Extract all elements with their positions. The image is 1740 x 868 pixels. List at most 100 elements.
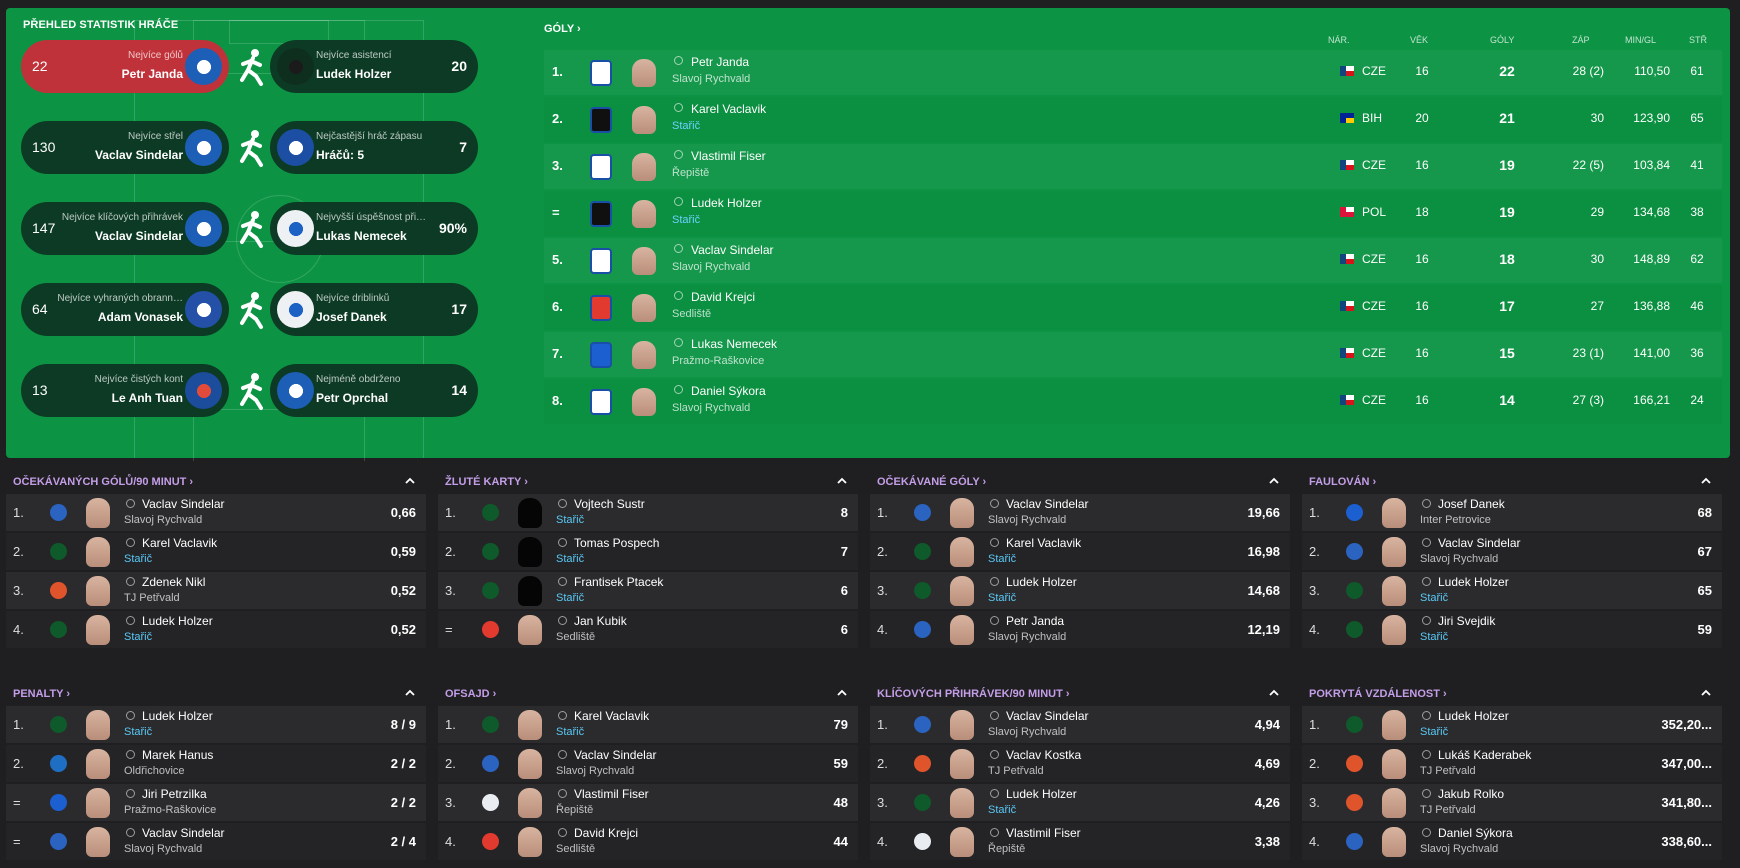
card-row[interactable]: 2. Karel Vaclavik Stařič 16,98 xyxy=(870,533,1290,570)
goals-row[interactable]: = Ludek Holzer Stařič POL 18 19 29 134,6… xyxy=(544,191,1722,236)
card-row[interactable]: = Jiri Petrzilka Pražmo-Raškovice 2 / 2 xyxy=(6,784,426,821)
leader-name[interactable]: Ludek Holzer xyxy=(316,67,391,81)
card-row[interactable]: 1. Vaclav Sindelar Slavoj Rychvald 4,94 xyxy=(870,706,1290,743)
goals-row[interactable]: 6. David Krejci Sedliště CZE 16 17 27 13… xyxy=(544,285,1722,330)
goals-row[interactable]: 2. Karel Vaclavik Stařič BIH 20 21 30 12… xyxy=(544,97,1722,142)
player-name[interactable]: Jan Kubik xyxy=(574,614,627,628)
header-apps[interactable]: ZÁP xyxy=(1572,35,1590,45)
player-team[interactable]: Stařič xyxy=(124,726,152,738)
collapse-chevron-icon[interactable] xyxy=(836,475,848,487)
player-team[interactable]: Slavoj Rychvald xyxy=(672,261,750,273)
header-mpg[interactable]: MIN/GL xyxy=(1625,35,1656,45)
player-name[interactable]: Daniel Sýkora xyxy=(1438,826,1513,840)
card-row[interactable]: 3. Jakub Rolko TJ Petřvald 341,80... xyxy=(1302,784,1722,821)
left-leader-pill[interactable]: 13 Nejvíce čistých kont Le Anh Tuan xyxy=(21,364,229,417)
player-team[interactable]: TJ Petřvald xyxy=(1420,804,1476,816)
player-team[interactable]: Stařič xyxy=(1420,592,1448,604)
card-row[interactable]: 2. Vaclav Sindelar Slavoj Rychvald 59 xyxy=(438,745,858,782)
player-name[interactable]: Josef Danek xyxy=(1438,497,1505,511)
player-team[interactable]: Slavoj Rychvald xyxy=(124,514,202,526)
card-row[interactable]: 1. Vaclav Sindelar Slavoj Rychvald 19,66 xyxy=(870,494,1290,531)
player-team[interactable]: Slavoj Rychvald xyxy=(1420,553,1498,565)
player-team[interactable]: TJ Petřvald xyxy=(988,765,1044,777)
card-row[interactable]: 2. Vaclav Kostka TJ Petřvald 4,69 xyxy=(870,745,1290,782)
player-team[interactable]: Stařič xyxy=(124,631,152,643)
player-team[interactable]: Pražmo-Raškovice xyxy=(124,804,216,816)
card-row[interactable]: 1. Vojtech Sustr Stařič 8 xyxy=(438,494,858,531)
goals-row[interactable]: 8. Daniel Sýkora Slavoj Rychvald CZE 16 … xyxy=(544,379,1722,424)
player-team[interactable]: Řepiště xyxy=(556,804,593,816)
player-team[interactable]: Stařič xyxy=(556,553,584,565)
player-team[interactable]: Slavoj Rychvald xyxy=(988,726,1066,738)
player-name[interactable]: Vaclav Kostka xyxy=(1006,748,1081,762)
player-name[interactable]: Vaclav Sindelar xyxy=(574,748,657,762)
left-leader-pill[interactable]: 147 Nejvíce klíčových přihrávek Vaclav S… xyxy=(21,202,229,255)
card-row[interactable]: 1. Ludek Holzer Stařič 8 / 9 xyxy=(6,706,426,743)
leader-name[interactable]: Le Anh Tuan xyxy=(112,391,183,405)
player-name[interactable]: Vaclav Sindelar xyxy=(142,826,225,840)
card-row[interactable]: 4. David Krejci Sedliště 44 xyxy=(438,823,858,860)
player-team[interactable]: Oldřichovice xyxy=(124,765,185,777)
player-name[interactable]: Karel Vaclavik xyxy=(574,709,649,723)
header-nat[interactable]: NÁR. xyxy=(1328,35,1350,45)
card-row[interactable]: 1. Karel Vaclavik Stařič 79 xyxy=(438,706,858,743)
card-row[interactable]: = Jan Kubik Sedliště 6 xyxy=(438,611,858,648)
player-team[interactable]: Pražmo-Raškovice xyxy=(672,355,764,367)
card-row[interactable]: 2. Karel Vaclavik Stařič 0,59 xyxy=(6,533,426,570)
card-title[interactable]: PENALTY › xyxy=(13,688,70,700)
card-title[interactable]: FAULOVÁN › xyxy=(1309,476,1376,488)
player-team[interactable]: Stařič xyxy=(672,120,700,132)
player-team[interactable]: TJ Petřvald xyxy=(1420,765,1476,777)
goals-title[interactable]: GÓLY › xyxy=(544,23,1730,35)
player-name[interactable]: Jiri Svejdik xyxy=(1438,614,1495,628)
card-row[interactable]: 2. Tomas Pospech Stařič 7 xyxy=(438,533,858,570)
card-row[interactable]: 2. Vaclav Sindelar Slavoj Rychvald 67 xyxy=(1302,533,1722,570)
collapse-chevron-icon[interactable] xyxy=(1700,475,1712,487)
right-leader-pill[interactable]: 14 Nejméně obdrženo Petr Oprchal xyxy=(270,364,478,417)
card-row[interactable]: 4. Daniel Sýkora Slavoj Rychvald 338,60.… xyxy=(1302,823,1722,860)
collapse-chevron-icon[interactable] xyxy=(404,687,416,699)
player-name[interactable]: Vaclav Sindelar xyxy=(691,243,774,257)
header-shots[interactable]: STŘ xyxy=(1689,35,1707,45)
player-name[interactable]: Tomas Pospech xyxy=(574,536,659,550)
card-title[interactable]: ŽLUTÉ KARTY › xyxy=(445,476,528,488)
left-leader-pill[interactable]: 130 Nejvíce střel Vaclav Sindelar xyxy=(21,121,229,174)
player-team[interactable]: Řepiště xyxy=(988,843,1025,855)
collapse-chevron-icon[interactable] xyxy=(1268,475,1280,487)
player-name[interactable]: Petr Janda xyxy=(691,55,749,69)
player-name[interactable]: Jiri Petrzilka xyxy=(142,787,207,801)
player-name[interactable]: Zdenek Nikl xyxy=(142,575,205,589)
player-team[interactable]: Stařič xyxy=(1420,726,1448,738)
player-name[interactable]: Karel Vaclavik xyxy=(1006,536,1081,550)
player-team[interactable]: Inter Petrovice xyxy=(1420,514,1491,526)
card-row[interactable]: 1. Josef Danek Inter Petrovice 68 xyxy=(1302,494,1722,531)
goals-row[interactable]: 3. Vlastimil Fiser Řepiště CZE 16 19 22 … xyxy=(544,144,1722,189)
player-name[interactable]: Vaclav Sindelar xyxy=(1006,709,1089,723)
collapse-chevron-icon[interactable] xyxy=(836,687,848,699)
player-name[interactable]: Marek Hanus xyxy=(142,748,213,762)
player-name[interactable]: Lukáš Kaderabek xyxy=(1438,748,1531,762)
player-name[interactable]: Vlastimil Fiser xyxy=(691,149,766,163)
right-leader-pill[interactable]: 17 Nejvíce driblinků Josef Danek xyxy=(270,283,478,336)
player-team[interactable]: Slavoj Rychvald xyxy=(988,514,1066,526)
player-name[interactable]: Ludek Holzer xyxy=(142,614,213,628)
player-team[interactable]: Slavoj Rychvald xyxy=(672,73,750,85)
player-name[interactable]: David Krejci xyxy=(691,290,755,304)
player-team[interactable]: Řepiště xyxy=(672,167,709,179)
leader-name[interactable]: Hráčů: 5 xyxy=(316,148,364,162)
card-row[interactable]: = Vaclav Sindelar Slavoj Rychvald 2 / 4 xyxy=(6,823,426,860)
player-team[interactable]: Stařič xyxy=(124,553,152,565)
goals-row[interactable]: 5. Vaclav Sindelar Slavoj Rychvald CZE 1… xyxy=(544,238,1722,283)
leader-name[interactable]: Petr Janda xyxy=(122,67,183,81)
card-title[interactable]: OFSAJD › xyxy=(445,688,496,700)
player-team[interactable]: Stařič xyxy=(988,592,1016,604)
card-row[interactable]: 4. Ludek Holzer Stařič 0,52 xyxy=(6,611,426,648)
player-name[interactable]: Frantisek Ptacek xyxy=(574,575,663,589)
leader-name[interactable]: Vaclav Sindelar xyxy=(95,148,183,162)
player-name[interactable]: Vlastimil Fiser xyxy=(1006,826,1081,840)
player-name[interactable]: Ludek Holzer xyxy=(1006,575,1077,589)
card-title[interactable]: KLÍČOVÝCH PŘIHRÁVEK/90 MINUT › xyxy=(877,688,1070,700)
card-row[interactable]: 3. Ludek Holzer Stařič 4,26 xyxy=(870,784,1290,821)
player-name[interactable]: Ludek Holzer xyxy=(691,196,762,210)
player-name[interactable]: Petr Janda xyxy=(1006,614,1064,628)
